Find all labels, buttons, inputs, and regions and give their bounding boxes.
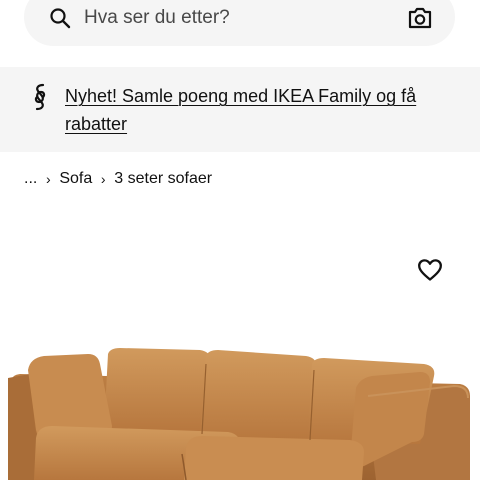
- chevron-right-icon: ›: [46, 171, 51, 187]
- search-input[interactable]: [84, 4, 394, 32]
- breadcrumb-ellipsis[interactable]: ...: [24, 170, 37, 188]
- product-image[interactable]: [0, 330, 480, 480]
- heart-icon[interactable]: [417, 258, 443, 282]
- promo-link[interactable]: Nyhet! Samle poeng med IKEA Family og få…: [65, 82, 460, 138]
- breadcrumb: ... › Sofa › 3 seter sofaer: [24, 168, 212, 190]
- search-bar[interactable]: [24, 0, 455, 46]
- camera-icon[interactable]: [407, 6, 433, 30]
- chevron-right-icon: ›: [100, 171, 106, 187]
- breadcrumb-3-seter-sofaer[interactable]: 3 seter sofaer: [114, 170, 212, 188]
- breadcrumb-sofa[interactable]: Sofa: [59, 170, 92, 188]
- family-card-icon: [34, 83, 46, 111]
- search-icon[interactable]: [48, 6, 72, 30]
